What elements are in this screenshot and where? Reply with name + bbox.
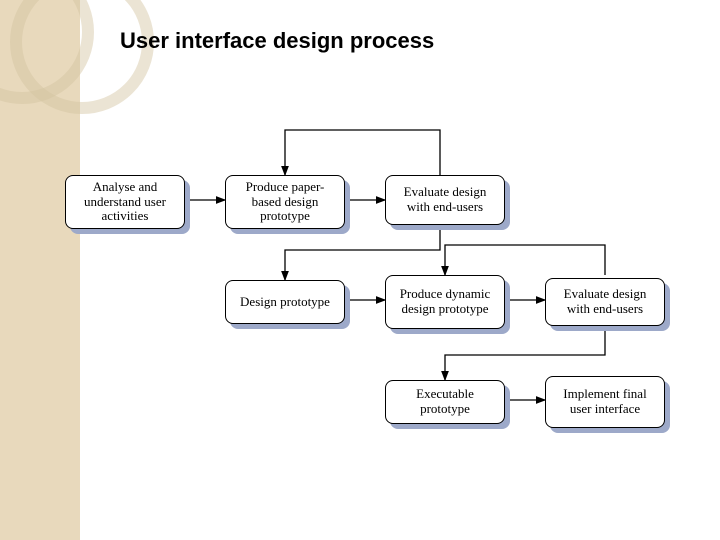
node-label: Analyse and understand user activities <box>72 180 178 225</box>
node-analyse: Analyse and understand user activities <box>65 175 185 229</box>
node-implement: Implement final user interface <box>545 376 665 428</box>
page-title: User interface design process <box>120 28 434 54</box>
node-label: Executable prototype <box>392 387 498 417</box>
node-label: Implement final user interface <box>552 387 658 417</box>
node-evaluate-1: Evaluate design with end-users <box>385 175 505 225</box>
node-design-prototype: Design prototype <box>225 280 345 324</box>
node-dynamic-prototype: Produce dynamic design prototype <box>385 275 505 329</box>
node-evaluate-2: Evaluate design with end-users <box>545 278 665 326</box>
node-label: Produce paper-based design prototype <box>232 180 338 225</box>
node-executable-prototype: Executable prototype <box>385 380 505 424</box>
node-paper-prototype: Produce paper-based design prototype <box>225 175 345 229</box>
node-label: Evaluate design with end-users <box>392 185 498 215</box>
node-label: Evaluate design with end-users <box>552 287 658 317</box>
node-label: Design prototype <box>240 295 330 310</box>
node-label: Produce dynamic design prototype <box>392 287 498 317</box>
